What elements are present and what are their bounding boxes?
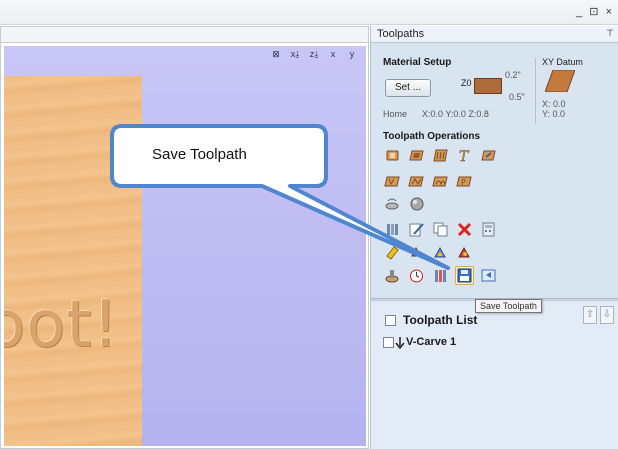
profile-toolpath-icon[interactable] bbox=[383, 146, 402, 165]
time-estimate-icon[interactable] bbox=[407, 266, 426, 285]
tooltip: Save Toolpath bbox=[475, 299, 542, 313]
toolpath-list-section: Toolpath List ⇧ ⇩ V-Carve 1 bbox=[371, 302, 618, 449]
ops-row-3 bbox=[383, 194, 426, 213]
material-block-icon bbox=[474, 78, 502, 94]
merge-toolpaths-icon[interactable] bbox=[431, 266, 450, 285]
texture-toolpath-icon[interactable]: P bbox=[455, 172, 474, 191]
svg-text:P: P bbox=[461, 178, 466, 187]
toolpath-list-title: Toolpath List bbox=[403, 313, 478, 327]
prism-toolpath-icon[interactable] bbox=[407, 172, 426, 191]
ops-row-1: T bbox=[383, 146, 498, 165]
ops-row-6 bbox=[383, 266, 498, 285]
ops-row-2: P bbox=[383, 172, 474, 191]
edit-toolpath-icon[interactable] bbox=[407, 220, 426, 239]
svg-text:T: T bbox=[459, 149, 470, 164]
drilling-toolpath-icon[interactable] bbox=[431, 146, 450, 165]
ops-row-4 bbox=[383, 220, 498, 239]
home-values: X:0.0 Y:0.0 Z:0.8 bbox=[422, 109, 489, 119]
toolpath-operations-title: Toolpath Operations bbox=[383, 131, 481, 142]
delete-toolpath-icon[interactable] bbox=[455, 220, 474, 239]
copy-toolpath-icon[interactable] bbox=[431, 220, 450, 239]
toolpaths-panel: Toolpaths ⊤ Material Setup Set ... Z0 0.… bbox=[370, 26, 618, 449]
xy-datum-y: Y: 0.0 bbox=[542, 109, 566, 119]
window-controls[interactable]: _ ⊡ × bbox=[576, 5, 614, 18]
preview-selected-icon[interactable] bbox=[407, 243, 426, 262]
thickness-bottom-value: 0.5" bbox=[509, 92, 525, 102]
xy-datum-title: XY Datum bbox=[542, 57, 583, 67]
3d-canvas[interactable]: oot! ⊠ x⤓ z⤓ x y bbox=[4, 46, 366, 446]
callout-text: Save Toolpath bbox=[152, 146, 247, 163]
3d-view[interactable]: oot! ⊠ x⤓ z⤓ x y bbox=[0, 26, 369, 449]
window-title-bar: _ ⊡ × bbox=[0, 0, 618, 25]
pocket-toolpath-icon[interactable] bbox=[407, 146, 426, 165]
panel-title: Toolpaths bbox=[377, 28, 425, 40]
calculator-icon[interactable] bbox=[479, 220, 498, 239]
divider bbox=[535, 58, 536, 124]
3d-finishing-icon[interactable] bbox=[407, 194, 426, 213]
z0-label: Z0 bbox=[461, 78, 472, 88]
view-tab-bar bbox=[1, 27, 368, 43]
pin-icon[interactable]: ⊤ bbox=[606, 28, 614, 39]
panel-header: Toolpaths ⊤ bbox=[371, 26, 618, 43]
vcarve-checkbox[interactable] bbox=[383, 337, 394, 348]
material-block: oot! bbox=[4, 76, 142, 446]
engraving-toolpath-icon[interactable]: T bbox=[455, 146, 474, 165]
preview-toolpath-icon[interactable] bbox=[383, 243, 402, 262]
tool-icon bbox=[395, 337, 405, 349]
toolpath-list-checkbox[interactable] bbox=[385, 315, 396, 326]
move-up-button[interactable]: ⇧ bbox=[583, 306, 597, 324]
toolpath-templates-icon[interactable] bbox=[383, 220, 402, 239]
material-preview-icon[interactable] bbox=[455, 243, 474, 262]
save-toolpath-icon[interactable] bbox=[455, 266, 474, 285]
material-set-button[interactable]: Set ... bbox=[385, 79, 431, 97]
vcarve-toolpath-icon[interactable] bbox=[383, 172, 402, 191]
carved-text: oot! bbox=[4, 288, 120, 362]
material-setup-section: Material Setup Set ... Z0 0.2" 0.5" Home… bbox=[382, 56, 612, 124]
save-toolpath-setup-icon[interactable] bbox=[479, 266, 498, 285]
view-x-icon[interactable]: x bbox=[325, 47, 341, 61]
ops-row-5 bbox=[383, 243, 474, 262]
3d-roughing-icon[interactable] bbox=[383, 194, 402, 213]
thickness-top-value: 0.2" bbox=[505, 70, 521, 80]
animate-preview-icon[interactable] bbox=[431, 243, 450, 262]
toolpath-list-item[interactable]: V-Carve 1 bbox=[406, 336, 456, 348]
zoom-all-icon[interactable]: ⊠ bbox=[268, 47, 284, 61]
view-y-icon[interactable]: y bbox=[344, 47, 360, 61]
material-setup-title: Material Setup bbox=[383, 57, 452, 68]
cut-preview-icon[interactable] bbox=[383, 266, 402, 285]
fluting-toolpath-icon[interactable] bbox=[431, 172, 450, 191]
view-z-icon[interactable]: z⤓ bbox=[306, 47, 322, 61]
xy-datum-icon[interactable] bbox=[545, 70, 575, 92]
inlay-toolpath-icon[interactable] bbox=[479, 146, 498, 165]
view-iso-icon[interactable]: x⤓ bbox=[287, 47, 303, 61]
xy-datum-x: X: 0.0 bbox=[542, 99, 566, 109]
move-down-button[interactable]: ⇩ bbox=[600, 306, 614, 324]
home-label: Home bbox=[383, 109, 408, 119]
view-toolbar: ⊠ x⤓ z⤓ x y bbox=[268, 47, 360, 61]
